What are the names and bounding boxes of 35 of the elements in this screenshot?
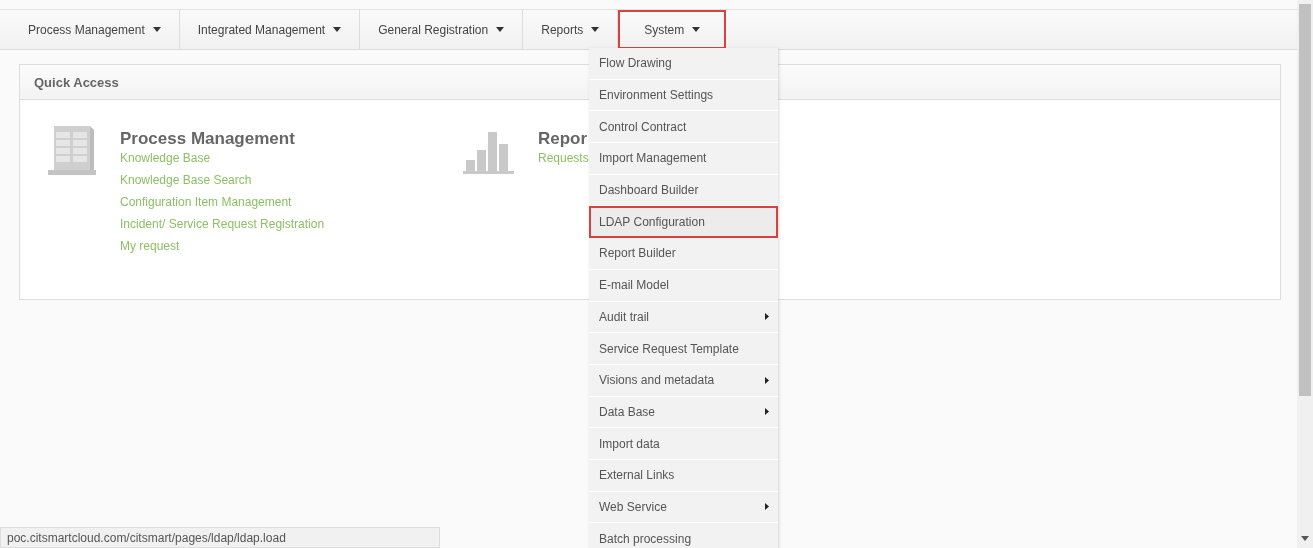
menu-item[interactable]: Import data: [589, 428, 778, 460]
menu-item[interactable]: E-mail Model: [589, 269, 778, 302]
bar-chart-icon: [462, 130, 516, 174]
menu-item[interactable]: Visions and metadata: [589, 364, 778, 397]
submenu-arrow-icon: [765, 503, 769, 511]
nav-menu-item[interactable]: System: [618, 10, 727, 49]
menu-item[interactable]: External Links: [589, 459, 778, 492]
menu-item[interactable]: LDAP Configuration: [589, 206, 778, 239]
menu-item[interactable]: Dashboard Builder: [589, 174, 778, 207]
menu-item[interactable]: Environment Settings: [589, 79, 778, 112]
nav-menu-item[interactable]: General Registration: [360, 10, 524, 49]
section-title: Process Management: [120, 129, 295, 149]
caret-icon: [591, 27, 600, 32]
caret-icon: [496, 27, 505, 32]
menu-item[interactable]: Service Request Template: [589, 333, 778, 365]
caret-icon: [152, 27, 161, 32]
submenu-arrow-icon: [765, 408, 769, 416]
menu-item[interactable]: Report Builder: [589, 238, 778, 270]
nav-menu-item[interactable]: Integrated Management: [179, 10, 361, 49]
caret-icon: [333, 27, 342, 32]
submenu-arrow-icon: [765, 376, 769, 384]
panel-title: Quick Access: [34, 74, 119, 90]
menu-item[interactable]: Audit trail: [589, 301, 778, 334]
submenu-arrow-icon: [765, 313, 769, 321]
scrollbar[interactable]: [1297, 0, 1313, 548]
menu-item[interactable]: Flow Drawing: [589, 48, 778, 80]
menu-item[interactable]: Import Management: [589, 143, 778, 175]
nav-menu-item[interactable]: Process Management: [10, 10, 180, 49]
menu-item[interactable]: Control Contract: [589, 111, 778, 144]
menu-item[interactable]: Batch processing: [589, 523, 778, 548]
menu-item[interactable]: Data Base: [589, 396, 778, 429]
caret-icon: [692, 27, 701, 32]
section-title: Repor: [538, 129, 588, 149]
status-bar-url: poc.citsmartcloud.com/citsmart/pages/ldap/ldap.load: [0, 527, 440, 548]
menu-item[interactable]: Web Service: [589, 491, 778, 524]
